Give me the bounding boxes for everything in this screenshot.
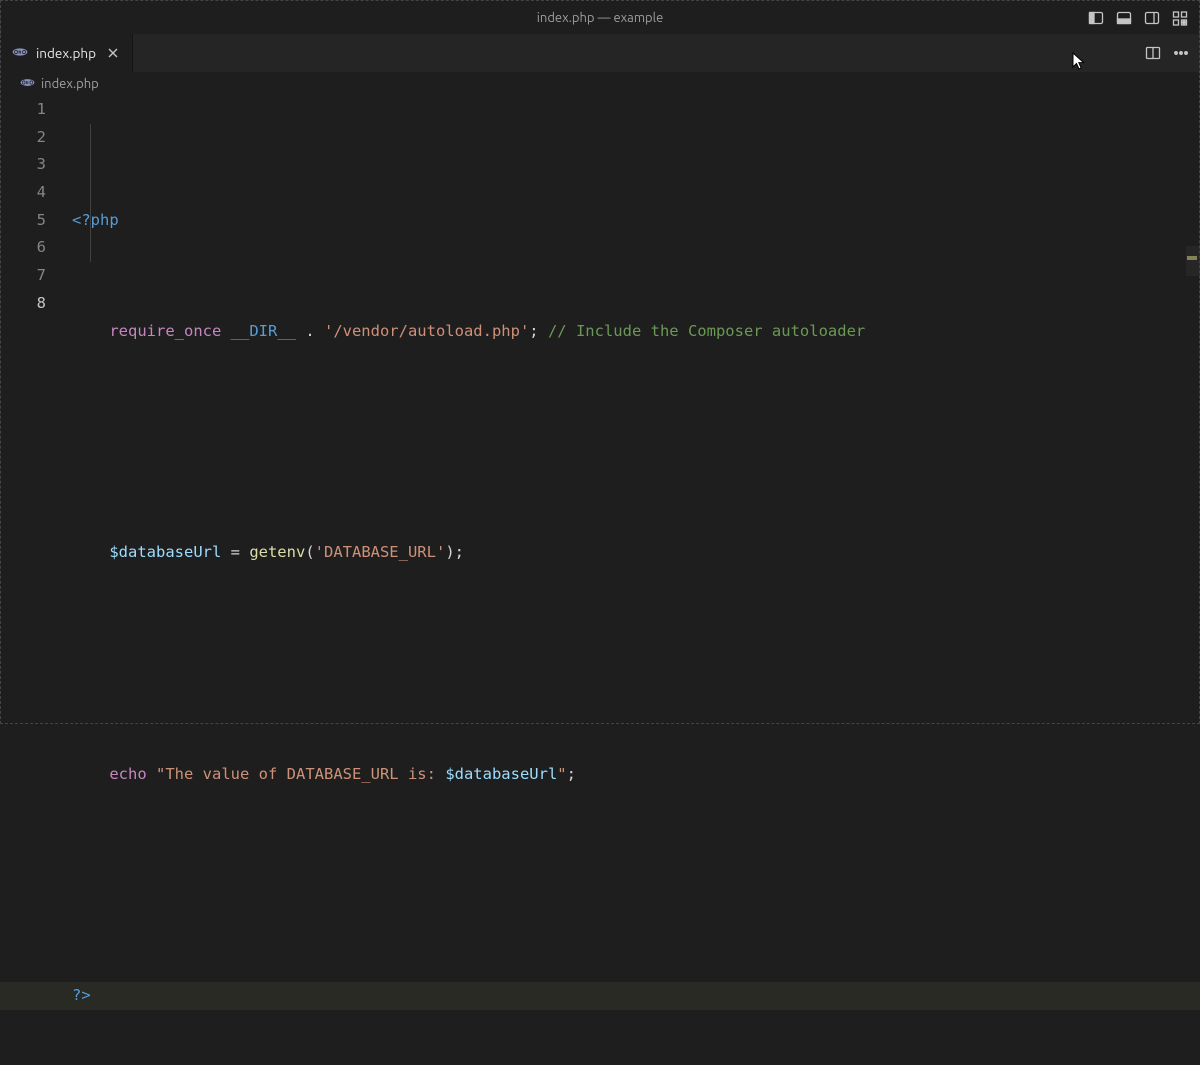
toggle-primary-sidebar-icon[interactable] bbox=[1083, 5, 1109, 31]
close-tab-icon[interactable] bbox=[104, 44, 122, 62]
breadcrumb-label: index.php bbox=[41, 77, 99, 91]
line-number: 7 bbox=[0, 262, 46, 290]
line-number: 5 bbox=[0, 207, 46, 235]
split-editor-icon[interactable] bbox=[1140, 40, 1166, 66]
code-line[interactable]: ?> bbox=[72, 982, 1200, 1010]
line-number: 8 bbox=[0, 290, 46, 318]
editor-actions bbox=[1140, 34, 1194, 72]
toggle-panel-icon[interactable] bbox=[1111, 5, 1137, 31]
title-project: example bbox=[613, 11, 663, 25]
tab-index-php[interactable]: index.php bbox=[0, 34, 133, 72]
code-line[interactable] bbox=[72, 428, 1200, 456]
tab-bar: index.php bbox=[0, 34, 1200, 72]
code-line[interactable]: require_once __DIR__ . '/vendor/autoload… bbox=[72, 318, 1200, 346]
title-sep: — bbox=[595, 11, 614, 25]
line-number: 4 bbox=[0, 179, 46, 207]
code-line[interactable] bbox=[72, 650, 1200, 678]
titlebar: index.php — example bbox=[0, 0, 1200, 34]
scrollbar-thumb[interactable] bbox=[1186, 246, 1200, 276]
customize-layout-icon[interactable] bbox=[1167, 5, 1193, 31]
code-content[interactable]: <?php require_once __DIR__ . '/vendor/au… bbox=[72, 96, 1200, 724]
code-line[interactable]: echo "The value of DATABASE_URL is: $dat… bbox=[72, 761, 1200, 789]
line-number: 6 bbox=[0, 234, 46, 262]
code-editor[interactable]: 1 2 3 4 5 6 7 8 <?php require_once __DIR… bbox=[0, 96, 1200, 724]
more-actions-icon[interactable] bbox=[1168, 40, 1194, 66]
indent-guide bbox=[90, 124, 91, 263]
line-number: 1 bbox=[0, 96, 46, 124]
breadcrumb[interactable]: index.php bbox=[0, 72, 1200, 96]
scrollbar[interactable] bbox=[1182, 96, 1200, 724]
line-number: 2 bbox=[0, 124, 46, 152]
window-title: index.php — example bbox=[537, 11, 664, 25]
title-file: index.php bbox=[537, 11, 595, 25]
code-line[interactable]: $databaseUrl = getenv('DATABASE_URL'); bbox=[72, 539, 1200, 567]
overview-ruler-marker bbox=[1187, 256, 1197, 260]
tab-label: index.php bbox=[36, 45, 96, 61]
code-line[interactable] bbox=[72, 872, 1200, 900]
line-number-gutter: 1 2 3 4 5 6 7 8 bbox=[0, 96, 72, 724]
php-file-icon bbox=[12, 44, 28, 63]
toggle-secondary-sidebar-icon[interactable] bbox=[1139, 5, 1165, 31]
code-line[interactable]: <?php bbox=[72, 207, 1200, 235]
line-number: 3 bbox=[0, 151, 46, 179]
php-file-icon bbox=[20, 75, 35, 93]
layout-controls bbox=[1083, 5, 1193, 31]
